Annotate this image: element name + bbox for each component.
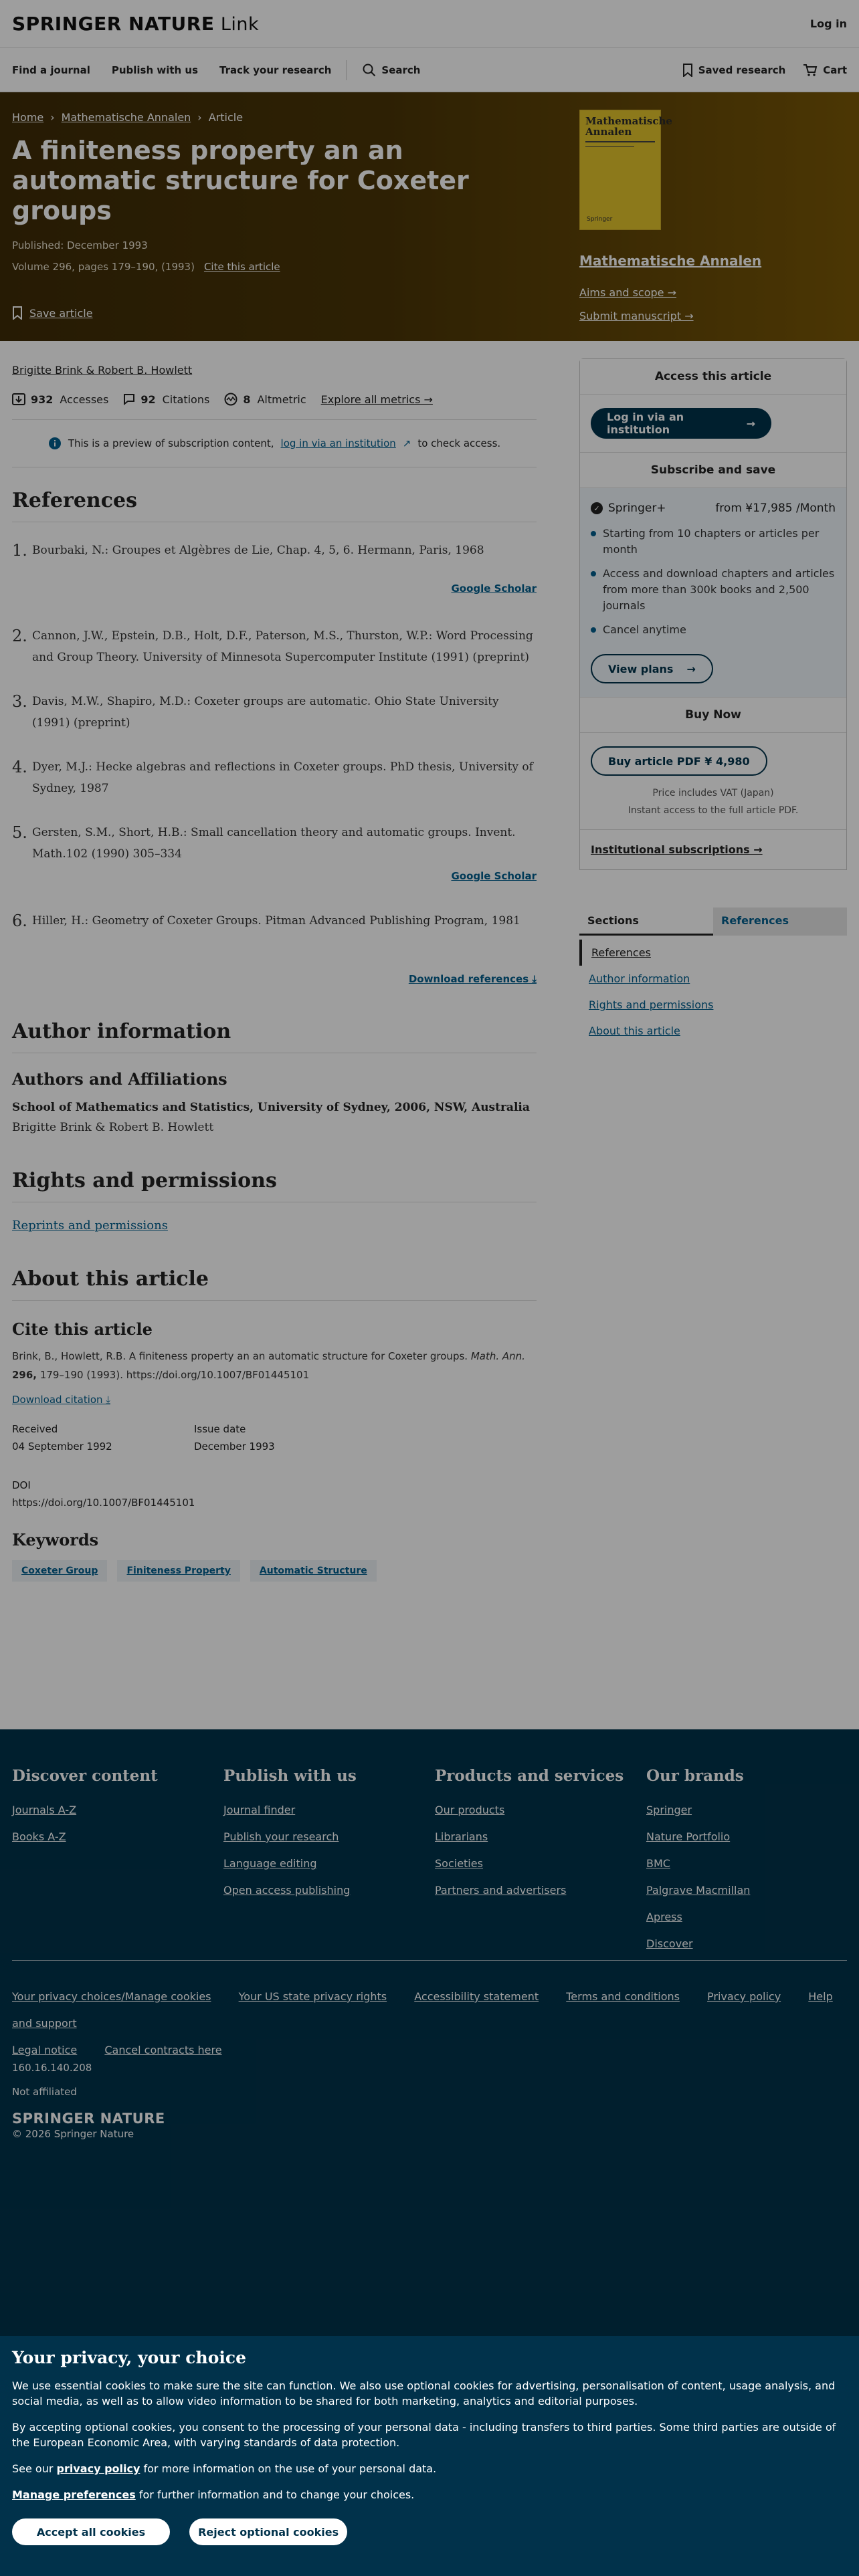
- cookie-text: for further information and to change yo…: [138, 2488, 415, 2501]
- cookie-text: We use essential cookies to make sure th…: [12, 2379, 836, 2407]
- privacy-policy-link[interactable]: privacy policy: [57, 2462, 140, 2475]
- cookie-text: By accepting optional cookies, you conse…: [12, 2421, 836, 2449]
- cookie-banner: Your privacy, your choice We use essenti…: [0, 2336, 859, 2576]
- cookie-privacy-text: See our privacy policy for more informat…: [12, 2461, 847, 2476]
- cookie-title: Your privacy, your choice: [12, 2348, 246, 2367]
- modal-overlay: [0, 0, 859, 2336]
- cookie-text: See our: [12, 2462, 54, 2475]
- cookie-actions: Accept all cookies Reject optional cooki…: [12, 2518, 847, 2545]
- accept-cookies-button[interactable]: Accept all cookies: [12, 2518, 170, 2545]
- cookie-manage-text: Manage preferences for further informati…: [12, 2487, 847, 2502]
- reject-cookies-button[interactable]: Reject optional cookies: [189, 2518, 348, 2545]
- cookie-text: for more information on the use of your …: [143, 2462, 437, 2475]
- manage-preferences-link[interactable]: Manage preferences: [12, 2488, 136, 2501]
